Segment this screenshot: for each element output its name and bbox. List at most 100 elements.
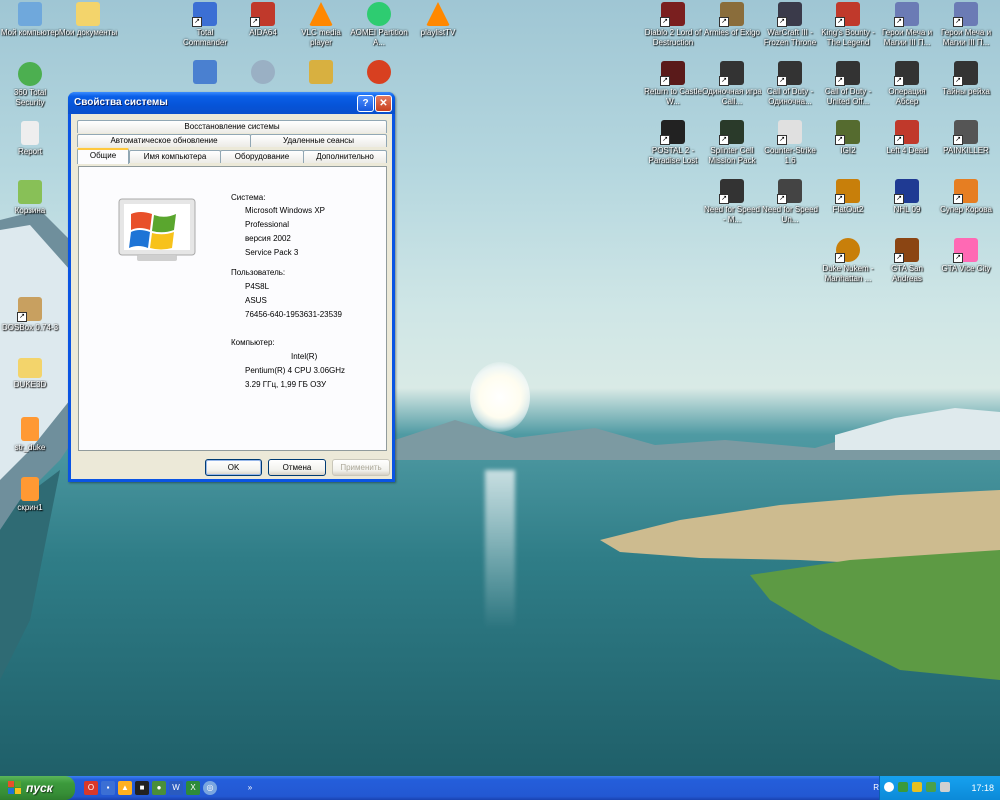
desktop-icon-360-security[interactable]: 360 Total Security	[0, 62, 60, 108]
help-button[interactable]: ?	[357, 95, 374, 112]
desktop-icon-unnamed-2[interactable]	[233, 60, 293, 86]
icon-label: Мои документы	[58, 28, 118, 37]
desktop-icon-game[interactable]: ↗ FlatOut2	[818, 179, 878, 215]
start-button[interactable]: пуск	[0, 776, 75, 800]
quicklaunch-chevron[interactable]: »	[243, 781, 257, 795]
desktop-icon-game[interactable]: ↗ Need for Speed Un...	[760, 179, 820, 225]
desktop-icon-duke3d[interactable]: DUKE3D	[0, 358, 60, 390]
desktop-icon-unnamed-3[interactable]	[291, 60, 351, 86]
icon-label: Супер Корова	[940, 205, 992, 214]
windows-xp-logo-icon	[118, 198, 196, 261]
desktop-icon-game[interactable]: ↗ Герои Меча и Магии III П...	[936, 2, 996, 48]
quicklaunch-opera-icon[interactable]: O	[84, 781, 98, 795]
desktop-icon-game[interactable]: ↗ POSTAL 2 - Paradise Lost	[643, 120, 703, 166]
tab-automatic-updates[interactable]: Автоматическое обновление	[77, 134, 251, 147]
desktop-icon-game[interactable]: ↗ WarCraft III - Frozen Throne	[760, 2, 820, 48]
desktop-icon-game[interactable]: ↗ Тайны рейха	[936, 61, 996, 97]
wand-icon	[309, 60, 333, 84]
desktop-icon-unnamed-4[interactable]	[349, 60, 409, 86]
close-button[interactable]: ✕	[375, 95, 392, 112]
tray-arrow-icon[interactable]	[884, 782, 894, 792]
desktop-icon-my-computer[interactable]: Мой компьютер	[0, 2, 60, 38]
desktop-icon-game[interactable]: ↗ Need for Speed - M...	[702, 179, 762, 225]
tab-advanced[interactable]: Дополнительно	[303, 150, 387, 163]
rtcw-icon: ↗	[660, 61, 685, 86]
desktop-icon-game[interactable]: ↗ GTA San Andreas	[877, 238, 937, 284]
desktop-icon-game[interactable]: ↗ Одиночная игра Call...	[702, 61, 762, 107]
desktop-icon-game[interactable]: ↗ King's Bounty - The Legend	[818, 2, 878, 48]
desktop-icon-report[interactable]: Report	[0, 121, 60, 157]
desktop-icon-playlisttv[interactable]: playlistTV	[408, 2, 468, 38]
tray-clock[interactable]: 17:18	[971, 776, 994, 800]
desktop-icon-recycle-bin[interactable]: Корзина	[0, 180, 60, 216]
quicklaunch-app-icon[interactable]: ▲	[118, 781, 132, 795]
icon-label: Counter-Strike 1.6	[764, 146, 816, 165]
desktop: Мой компьютер Мои документы 360 Total Se…	[0, 0, 1000, 776]
desktop-icon-game[interactable]: ↗ Return to Castle W...	[643, 61, 703, 107]
desktop-icon-aida64[interactable]: ↗ AIDA64	[233, 2, 293, 38]
quicklaunch-app3-icon[interactable]: ◎	[203, 781, 217, 795]
icon-label: Need for Speed - M...	[703, 205, 761, 224]
desktop-icon-game[interactable]: ↗ Diablo 2 Lord of Destruction	[643, 2, 703, 48]
icon-label: скрин1	[17, 503, 43, 512]
quicklaunch-app2-icon[interactable]: ●	[152, 781, 166, 795]
desktop-icon-game[interactable]: ↗ IGI2	[818, 120, 878, 156]
tab-general[interactable]: Общие	[77, 148, 129, 164]
tab-computer-name[interactable]: Имя компьютера	[129, 150, 221, 163]
tab-system-restore[interactable]: Восстановление системы	[77, 120, 387, 133]
desktop-icon-my-documents[interactable]: Мои документы	[58, 2, 118, 38]
tray-security-icon[interactable]	[912, 782, 922, 792]
desktop-icon-game[interactable]: ↗ NHL 09	[877, 179, 937, 215]
desktop-icon-game[interactable]: ↗ GTA Vice City	[936, 238, 996, 274]
icon-label: Корзина	[14, 206, 46, 215]
flatout-icon: ↗	[835, 179, 860, 204]
quicklaunch-save-icon[interactable]: ▪	[101, 781, 115, 795]
desktop-icon-game[interactable]: ↗ Counter-Strike 1.6	[760, 120, 820, 166]
desktop-icon-unnamed-1[interactable]	[175, 60, 235, 86]
desktop-icon-str-duke[interactable]: str_duke	[0, 417, 60, 453]
desktop-icon-total-commander[interactable]: ↗ Total Commander	[175, 2, 235, 48]
kings-bounty-icon: ↗	[835, 2, 860, 27]
quicklaunch-game-icon[interactable]: ■	[135, 781, 149, 795]
icon-label: Left 4 Dead	[886, 146, 928, 155]
desktop-icon-game[interactable]: ↗ Call of Duty - United Off...	[818, 61, 878, 107]
desktop-icon-game[interactable]: ↗ Splinter Cell Mission Pack	[702, 120, 762, 166]
tray-volume-icon[interactable]	[926, 782, 936, 792]
tray-network-icon[interactable]	[898, 782, 908, 792]
dialog-titlebar[interactable]: Свойства системы ? ✕	[68, 92, 395, 114]
tab-remote[interactable]: Удаленные сеансы	[250, 134, 387, 147]
app-icon	[367, 60, 391, 84]
desktop-icon-dosbox[interactable]: ↗ DOSBox 0.74-3	[0, 297, 60, 333]
desktop-icon-screen1[interactable]: скрин1	[0, 477, 60, 513]
tab-hardware[interactable]: Оборудование	[220, 150, 304, 163]
computer-cpu-model: Pentium(R) 4 CPU 3.06GHz	[245, 366, 346, 375]
left4dead-icon: ↗	[894, 120, 919, 145]
desktop-icon-game[interactable]: ↗ PAINKILLER	[936, 120, 996, 156]
desktop-icon-game[interactable]: ↗ Супер Корова	[936, 179, 996, 215]
icon-label: Тайны рейха	[942, 87, 990, 96]
icon-label: str_duke	[14, 443, 46, 452]
icon-label: DUKE3D	[13, 380, 47, 389]
desktop-icon-aomei[interactable]: AOMEI Partition A...	[349, 2, 409, 48]
tray-app-icon[interactable]	[940, 782, 950, 792]
apply-button[interactable]: Применить	[332, 459, 390, 476]
ok-button[interactable]: OK	[205, 459, 262, 476]
desktop-icon-vlc[interactable]: VLC media player	[291, 2, 351, 48]
desktop-icon-game[interactable]: ↗ Armies of Exigo	[702, 2, 762, 38]
quicklaunch-word-icon[interactable]: W	[169, 781, 183, 795]
system-os: Microsoft Windows XP	[245, 206, 326, 215]
desktop-icon-game[interactable]: ↗ Операция Абсер	[877, 61, 937, 107]
cod2-icon: ↗	[719, 61, 744, 86]
desktop-icon-game[interactable]: ↗ Герои Меча и Магии III П...	[877, 2, 937, 48]
desktop-icon-game[interactable]: ↗ Call of Duty - Одиночна...	[760, 61, 820, 107]
desktop-icon-game[interactable]: ↗ Left 4 Dead	[877, 120, 937, 156]
painkiller-icon: ↗	[953, 120, 978, 145]
desktop-icon-game[interactable]: ↗ Duke Nukem - Manhattan ...	[818, 238, 878, 284]
cancel-button[interactable]: Отмена	[268, 459, 326, 476]
igi2-icon: ↗	[835, 120, 860, 145]
icon-label: Armies of Exigo	[703, 28, 761, 37]
cod-icon: ↗	[777, 61, 802, 86]
icon-label: Splinter Cell Mission Pack	[708, 146, 756, 165]
my-computer-icon	[18, 2, 42, 26]
quicklaunch-excel-icon[interactable]: X	[186, 781, 200, 795]
